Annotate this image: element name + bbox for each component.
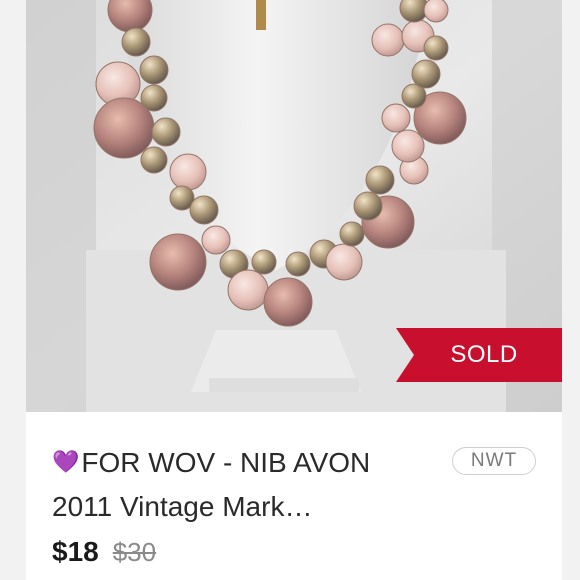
price: $18: [52, 536, 99, 567]
listing-title-text: FOR WOV - NIB AVON 2011 Vintage Mark…: [52, 447, 371, 522]
listing-title[interactable]: 💜FOR WOV - NIB AVON 2011 Vintage Mark…: [52, 440, 432, 529]
original-price: $30: [112, 537, 157, 567]
condition-badge: NWT: [452, 447, 536, 475]
listing-info: 💜FOR WOV - NIB AVON 2011 Vintage Mark… N…: [26, 412, 562, 580]
purple-heart-icon: 💜: [52, 449, 80, 474]
price-row: $18 $30: [52, 536, 156, 572]
listing-photo[interactable]: SOLD: [26, 0, 562, 412]
listing-card[interactable]: SOLD 💜FOR WOV - NIB AVON 2011 Vintage Ma…: [26, 0, 562, 580]
sold-banner: SOLD: [396, 328, 562, 382]
